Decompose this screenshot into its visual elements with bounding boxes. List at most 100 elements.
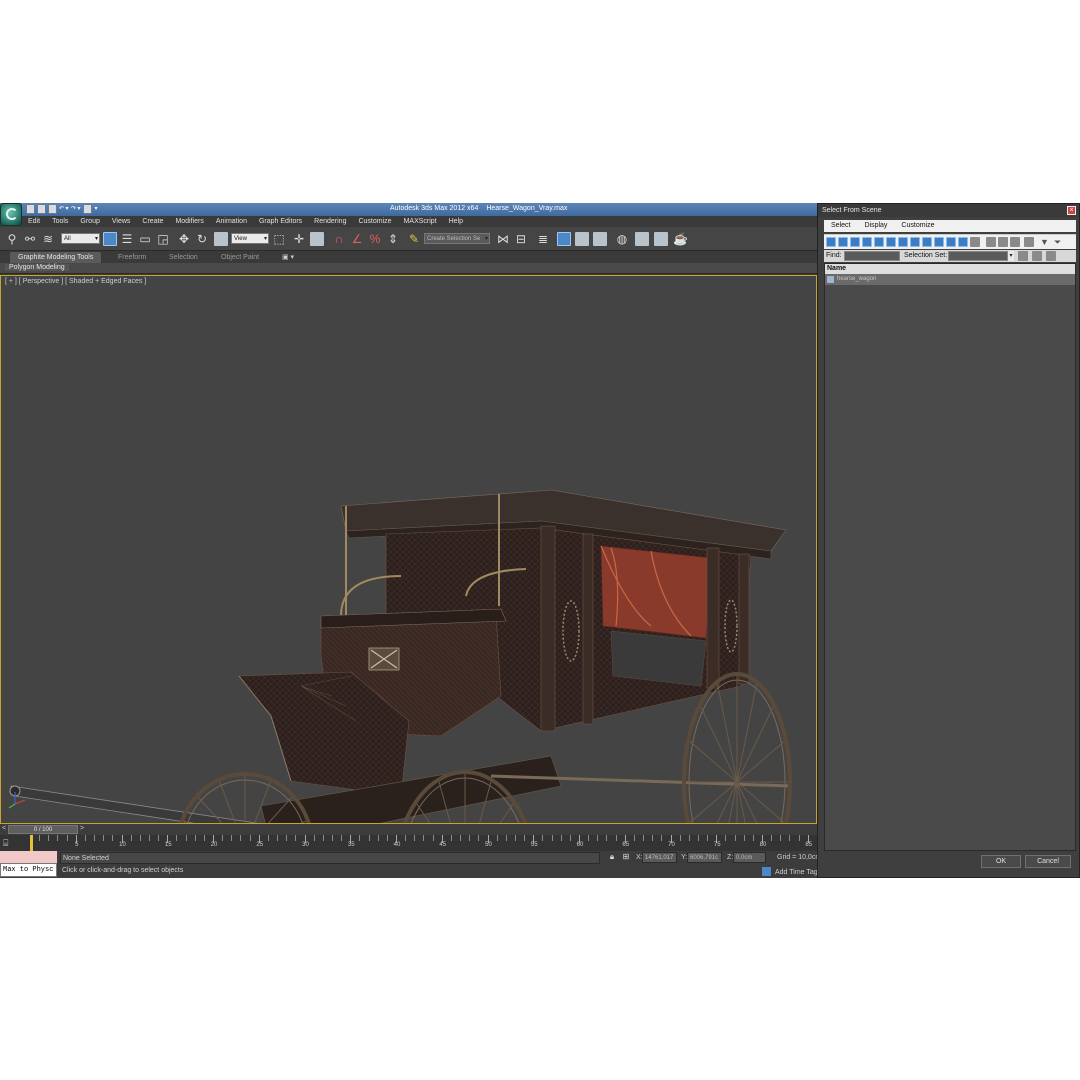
rectangular-selection-icon[interactable]: ▭ — [138, 232, 152, 246]
undo-icon[interactable]: ↶ — [59, 204, 64, 214]
spinner-snap-icon[interactable]: ⇕ — [386, 232, 400, 246]
add-time-tag-button[interactable]: Add Time Tag — [762, 867, 818, 876]
track-bar[interactable]: ⌸ 5 10 15 20 25 30 35 40 45 50 55 60 65 70 75 80 85 — [0, 835, 817, 851]
link-icon[interactable]: ⚲ — [5, 232, 19, 246]
selection-set-edit-icon[interactable] — [1046, 251, 1056, 261]
qat-customize-icon[interactable]: ▾ — [94, 204, 98, 214]
dialog-menu-customize[interactable]: Customize — [894, 220, 941, 232]
current-frame-marker[interactable] — [30, 835, 33, 851]
dialog-menu-display[interactable]: Display — [857, 220, 894, 232]
display-frozen-icon[interactable] — [946, 237, 956, 247]
redo-icon[interactable]: ↷ — [71, 204, 76, 214]
reference-coord-dropdown[interactable]: View — [231, 233, 269, 245]
selection-set-input[interactable] — [948, 251, 1008, 261]
unlink-icon[interactable]: ⚯ — [23, 232, 37, 246]
undo-dropdown-icon[interactable]: ▾ — [65, 204, 69, 214]
display-space-warps-icon[interactable] — [886, 237, 896, 247]
display-groups-icon[interactable] — [898, 237, 908, 247]
new-file-icon[interactable] — [26, 204, 35, 214]
graphite-toggle-icon[interactable] — [557, 232, 571, 246]
named-selection-dropdown[interactable]: Create Selection Se — [424, 233, 490, 245]
menu-modifiers[interactable]: Modifiers — [169, 216, 209, 227]
display-lights-icon[interactable] — [850, 237, 860, 247]
display-bones-icon[interactable] — [922, 237, 932, 247]
time-slider[interactable]: < 0 / 100 > — [0, 824, 817, 835]
ok-button[interactable]: OK — [981, 855, 1021, 868]
menu-graph-editors[interactable]: Graph Editors — [253, 216, 308, 227]
open-file-icon[interactable] — [37, 204, 46, 214]
select-none-icon[interactable] — [998, 237, 1008, 247]
select-all-icon[interactable] — [986, 237, 996, 247]
display-containers-icon[interactable] — [934, 237, 944, 247]
edit-named-selection-icon[interactable]: ✎ — [407, 232, 421, 246]
mirror-icon[interactable]: ⋈ — [496, 232, 510, 246]
menu-tools[interactable]: Tools — [46, 216, 74, 227]
menu-maxscript[interactable]: MAXScript — [398, 216, 443, 227]
save-file-icon[interactable] — [48, 204, 57, 214]
display-shapes-icon[interactable] — [838, 237, 848, 247]
filter-options-icon[interactable]: ⏷ — [1054, 237, 1064, 247]
column-header-name[interactable]: Name — [825, 264, 1075, 274]
maxscript-listener[interactable]: Max to Physc — [0, 851, 57, 878]
material-editor-icon[interactable]: ◍ — [615, 232, 629, 246]
tab-selection[interactable]: Selection — [161, 252, 206, 263]
menu-customize[interactable]: Customize — [352, 216, 397, 227]
select-invert-icon[interactable] — [1010, 237, 1020, 247]
display-all-icon[interactable] — [970, 237, 980, 247]
hearse-wagon-model[interactable] — [1, 276, 816, 823]
selection-lock-icon[interactable]: 🔒︎ — [607, 852, 617, 862]
manipulate-icon[interactable]: ✛ — [292, 232, 306, 246]
close-icon[interactable]: × — [1067, 206, 1076, 215]
selection-set-remove-icon[interactable] — [1032, 251, 1042, 261]
redo-dropdown-icon[interactable]: ▾ — [77, 204, 81, 214]
menu-animation[interactable]: Animation — [210, 216, 253, 227]
display-cameras-icon[interactable] — [862, 237, 872, 247]
render-production-icon[interactable]: ☕ — [673, 232, 688, 246]
selection-filter-dropdown[interactable]: All — [61, 233, 100, 245]
menu-create[interactable]: Create — [136, 216, 169, 227]
select-rotate-icon[interactable]: ↻ — [195, 232, 209, 246]
menu-group[interactable]: Group — [74, 216, 105, 227]
polygon-modeling-panel[interactable]: Polygon Modeling — [5, 264, 69, 271]
display-hidden-icon[interactable] — [958, 237, 968, 247]
snaps-toggle-icon[interactable]: ∩ — [332, 232, 346, 246]
project-folder-icon[interactable] — [83, 204, 92, 214]
scene-object-list[interactable]: Name hearse_wagon — [824, 263, 1076, 851]
cancel-button[interactable]: Cancel — [1025, 855, 1071, 868]
select-by-name-icon[interactable]: ☰ — [120, 232, 134, 246]
display-geometry-icon[interactable] — [826, 237, 836, 247]
layer-manager-icon[interactable]: ≣ — [536, 232, 550, 246]
keyboard-shortcut-override-icon[interactable] — [310, 232, 324, 246]
sync-selection-icon[interactable] — [1024, 237, 1034, 247]
select-scale-icon[interactable] — [214, 232, 228, 246]
display-xrefs-icon[interactable] — [910, 237, 920, 247]
display-helpers-icon[interactable] — [874, 237, 884, 247]
selection-set-dropdown-icon[interactable]: ▾ — [1008, 251, 1014, 261]
tab-freeform[interactable]: Freeform — [110, 252, 154, 263]
select-object-icon[interactable] — [103, 232, 117, 246]
time-slider-thumb[interactable]: 0 / 100 — [8, 825, 78, 834]
rendered-frame-window-icon[interactable] — [654, 232, 668, 246]
absolute-mode-icon[interactable]: ⊞ — [621, 852, 631, 862]
curve-editor-icon[interactable] — [575, 232, 589, 246]
menu-help[interactable]: Help — [443, 216, 469, 227]
window-crossing-icon[interactable]: ◲ — [156, 232, 170, 246]
angle-snap-icon[interactable]: ∠ — [350, 232, 364, 246]
application-button[interactable] — [0, 203, 22, 226]
frame-ruler[interactable]: 5 10 15 20 25 30 35 40 45 50 55 60 65 70 75 80 85 — [30, 835, 817, 851]
list-item[interactable]: hearse_wagon — [825, 274, 1075, 285]
time-slider-prev-icon[interactable]: < — [2, 825, 6, 832]
maxscript-input[interactable]: Max to Physc — [0, 863, 57, 877]
select-move-icon[interactable]: ✥ — [177, 232, 191, 246]
align-icon[interactable]: ⊟ — [514, 232, 528, 246]
time-slider-next-icon[interactable]: > — [80, 825, 84, 832]
find-input[interactable] — [844, 251, 900, 261]
tab-object-paint[interactable]: Object Paint — [213, 252, 267, 263]
filter-icon[interactable]: ▼ — [1040, 237, 1050, 247]
z-coord-field[interactable]: 0,0cm — [733, 852, 766, 863]
percent-snap-icon[interactable]: % — [368, 232, 382, 246]
menu-rendering[interactable]: Rendering — [308, 216, 352, 227]
schematic-view-icon[interactable] — [593, 232, 607, 246]
bind-space-warp-icon[interactable]: ≋ — [41, 232, 55, 246]
mini-curve-editor-icon[interactable]: ⌸ — [3, 838, 15, 848]
